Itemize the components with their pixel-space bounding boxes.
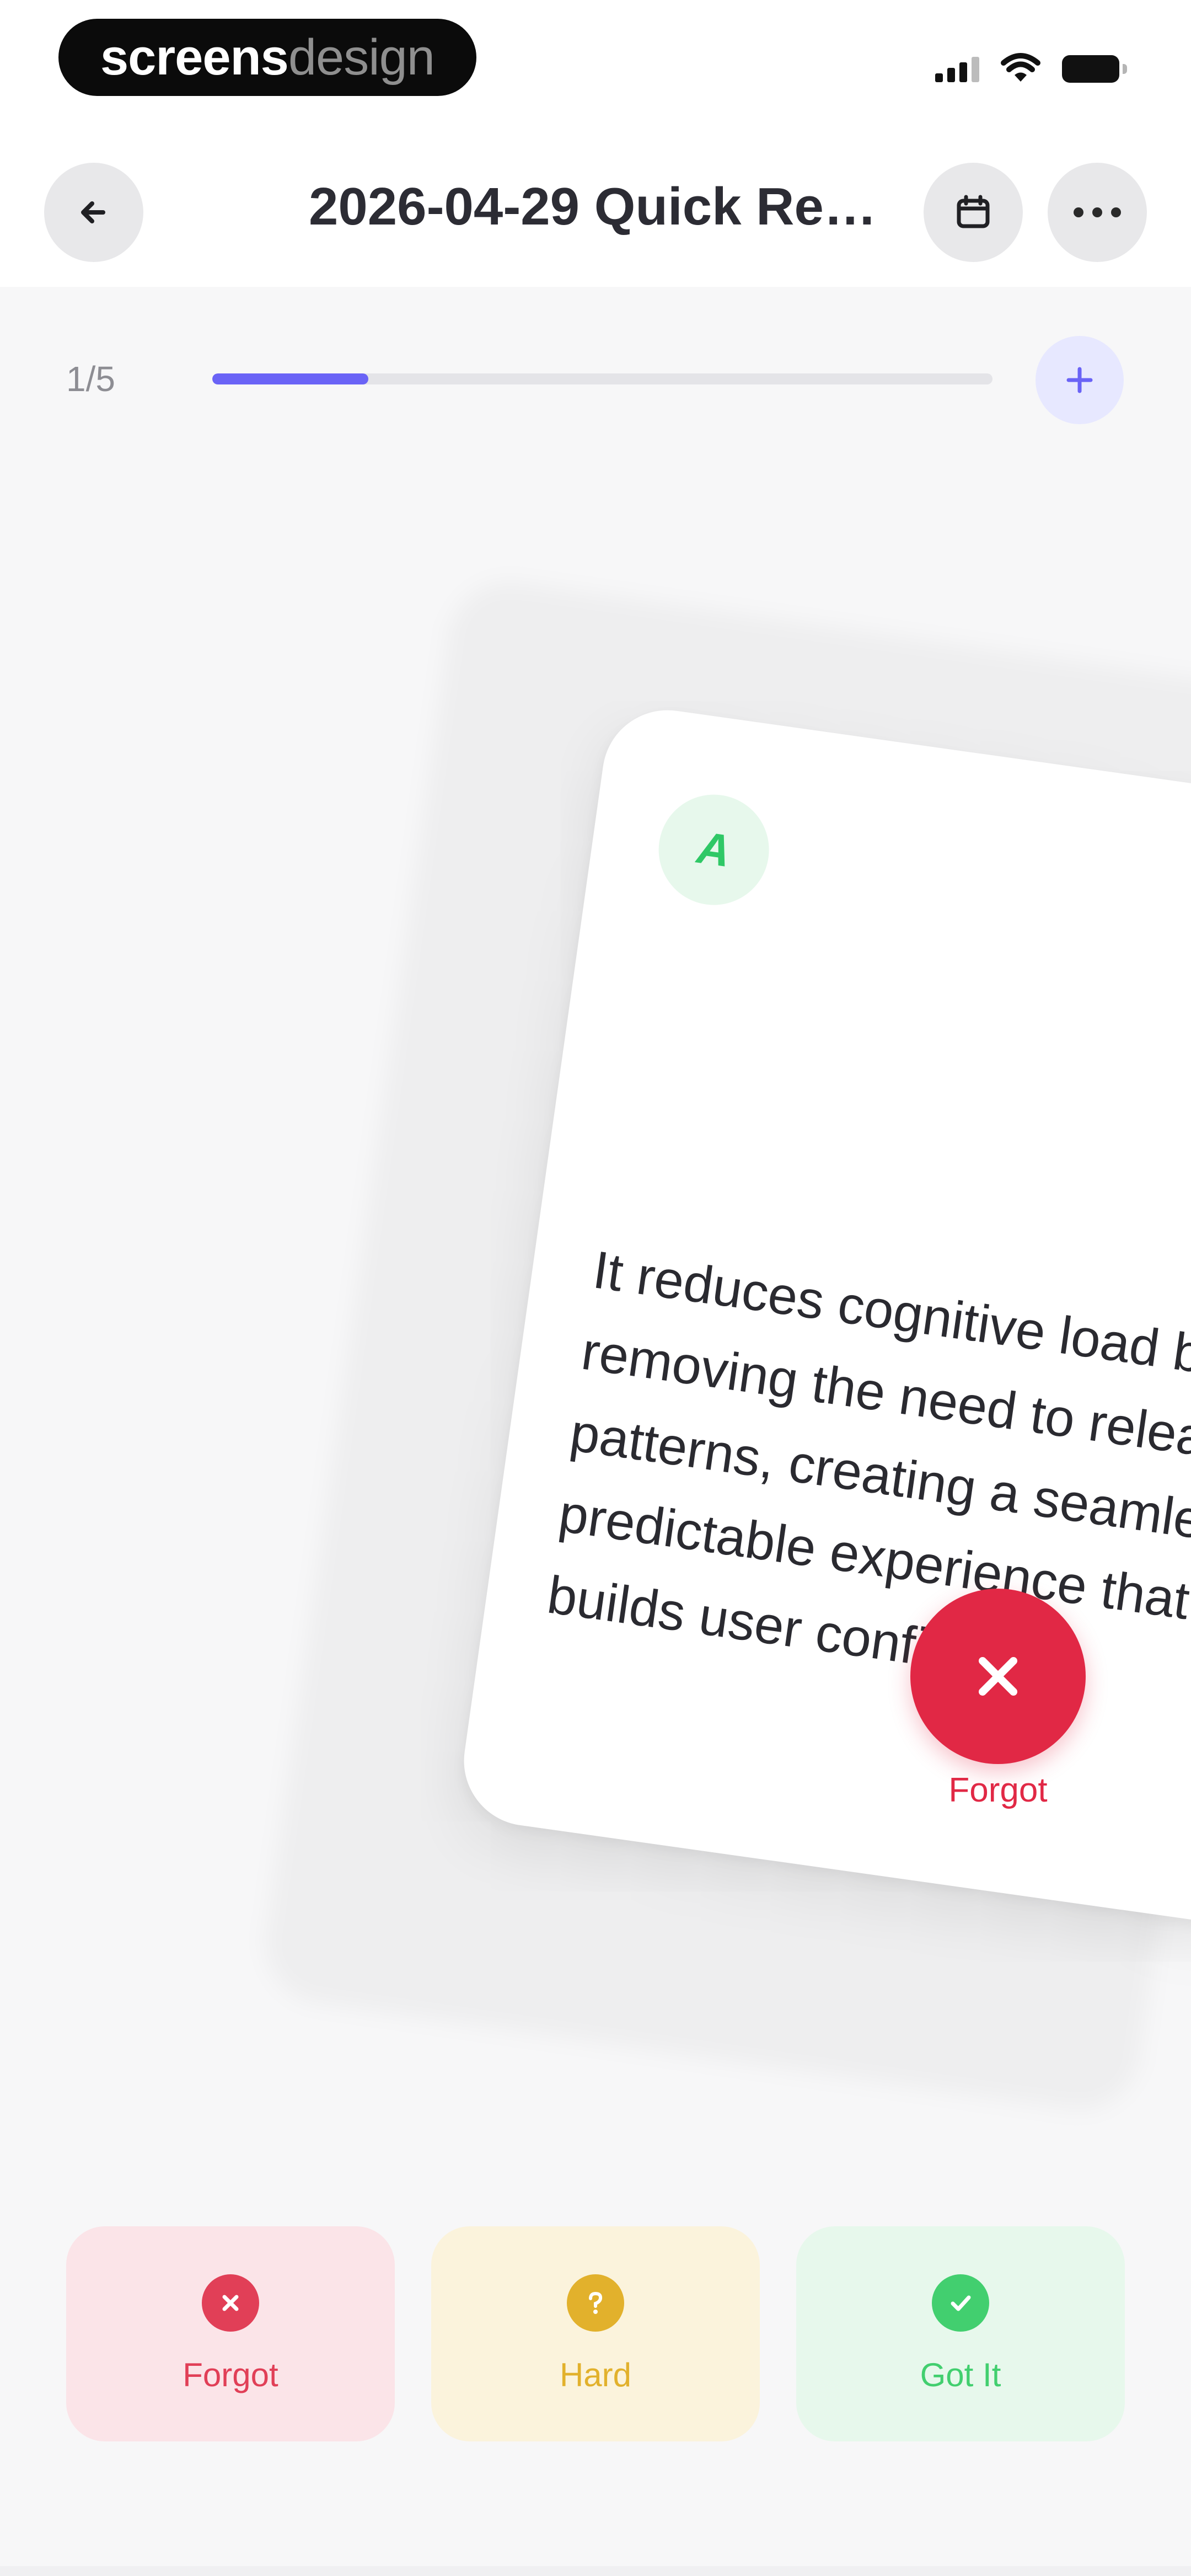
phone-screen: screensdesign 2026-04-29 Quick Reco...: [0, 0, 1191, 2576]
more-button[interactable]: [1048, 163, 1147, 262]
forgot-label: Forgot: [183, 2356, 278, 2393]
plus-icon: [1066, 367, 1093, 393]
close-icon: [979, 1657, 1017, 1696]
answer-text: It reduces cognitive load by removing th…: [544, 1240, 1191, 1699]
status-bar: screens design: [0, 0, 1191, 138]
progress-row: 1/5: [0, 287, 1191, 463]
more-horizontal-icon: [1074, 207, 1121, 217]
cellular-signal-icon: [935, 56, 979, 82]
brand-logo: screens design: [58, 19, 476, 96]
bottom-edge: [0, 2566, 1191, 2576]
x-circle-icon: [202, 2274, 259, 2332]
help-circle-icon: [567, 2274, 624, 2332]
add-card-button[interactable]: [1036, 336, 1124, 424]
page-title: 2026-04-29 Quick Reco...: [309, 177, 888, 236]
calendar-icon: [957, 195, 990, 228]
forgot-indicator-label: Forgot: [948, 1771, 1048, 1809]
forgot-indicator-circle: [910, 1589, 1086, 1764]
battery-icon: [1062, 55, 1127, 83]
status-icons: [935, 53, 1127, 85]
app-header: 2026-04-29 Quick Reco...: [0, 138, 1191, 287]
answer-badge: A: [651, 787, 776, 912]
card-stage: A It reduces cognitive load by removing …: [0, 463, 1191, 2140]
review-actions: Forgot Hard Got It: [66, 2226, 1125, 2441]
forgot-button[interactable]: Forgot: [66, 2226, 395, 2441]
got-it-button[interactable]: Got It: [796, 2226, 1125, 2441]
got-it-label: Got It: [920, 2356, 1001, 2393]
wifi-icon: [1001, 53, 1040, 82]
progress-fill: [212, 373, 368, 384]
calendar-button[interactable]: [924, 163, 1023, 262]
hard-label: Hard: [559, 2356, 632, 2393]
back-button[interactable]: [44, 163, 143, 262]
arrow-left-icon: [81, 201, 105, 223]
brand-text-primary: screens: [100, 29, 289, 85]
brand-text-secondary: design: [288, 29, 435, 85]
hard-button[interactable]: Hard: [431, 2226, 760, 2441]
progress-bar: [212, 373, 993, 384]
check-circle-icon: [932, 2274, 989, 2332]
forgot-swipe-indicator: Forgot: [910, 1589, 1086, 1810]
progress-counter: 1/5: [66, 359, 115, 399]
